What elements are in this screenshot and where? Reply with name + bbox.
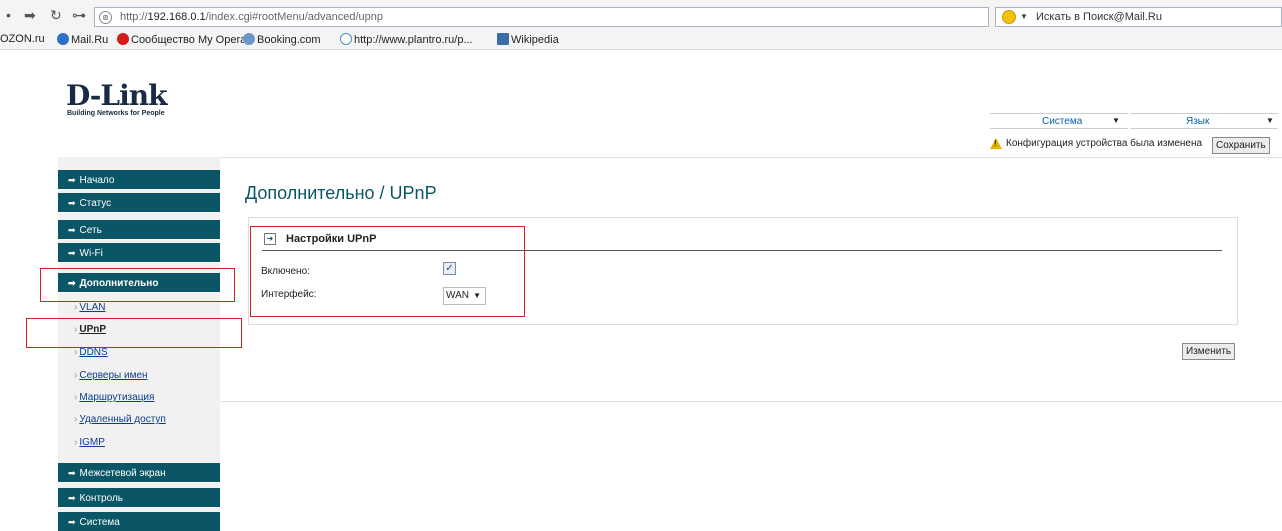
globe-icon: ⊛ — [99, 11, 112, 24]
bookmark-booking[interactable]: Booking.com — [243, 33, 321, 46]
change-button[interactable]: Изменить — [1182, 343, 1236, 360]
at-icon — [57, 33, 69, 45]
arrow-right-icon: ➡ — [68, 468, 76, 478]
language-select[interactable]: Язык ▼ — [1130, 113, 1278, 129]
save-button[interactable]: Сохранить — [1212, 137, 1270, 154]
sidebar-subitem-vlan[interactable]: › VLAN — [74, 302, 105, 313]
sidebar-subitem-routing[interactable]: › Маршрутизация — [74, 392, 154, 403]
arrow-right-icon: ➡ — [68, 517, 76, 527]
sidebar-item-status[interactable]: ➡ Статус — [58, 193, 220, 213]
web-icon — [340, 33, 352, 45]
annotation-box-upnp — [26, 318, 242, 348]
annotation-box-settings — [250, 226, 525, 317]
config-changed-notice: Конфигурация устройства была изменена — [1006, 138, 1203, 149]
arrow-right-icon: ➡ — [68, 175, 76, 185]
arrow-right-icon: ➡ — [68, 248, 76, 258]
sidebar-item-network[interactable]: ➡ Сеть — [58, 220, 220, 240]
bookmark-wikipedia[interactable]: Wikipedia — [497, 33, 559, 46]
arrow-right-icon: ➡ — [68, 198, 76, 208]
sidebar-item-control[interactable]: ➡ Контроль — [58, 488, 220, 508]
chevron-down-icon[interactable]: ▼ — [1020, 12, 1028, 21]
sidebar-item-firewall[interactable]: ➡ Межсетевой экран — [58, 463, 220, 483]
dlink-logo: D-Link — [66, 79, 168, 112]
sidebar-item-start[interactable]: ➡ Начало — [58, 170, 220, 190]
search-engine-icon[interactable] — [1002, 10, 1016, 24]
chevron-down-icon: ▼ — [1266, 116, 1274, 125]
address-url: http://192.168.0.1/index.cgi#rootMenu/ad… — [120, 11, 384, 23]
sidebar-subitem-igmp[interactable]: › IGMP — [74, 437, 105, 448]
key-icon[interactable]: ⊶ — [72, 8, 86, 22]
forward-icon[interactable]: ➡ — [24, 8, 36, 22]
system-select[interactable]: Система ▼ — [990, 113, 1128, 129]
bookmarks-bar: OZON.ru Mail.Ru Сообщество My Opera Book… — [0, 30, 1282, 50]
page-title: Дополнительно / UPnP — [245, 183, 437, 203]
dlink-tagline: Building Networks for People — [67, 110, 165, 117]
back-icon[interactable]: • — [6, 8, 11, 22]
sidebar-subitem-dns-servers[interactable]: › Серверы имен — [74, 370, 148, 381]
arrow-right-icon: ➡ — [68, 225, 76, 235]
browser-toolbar: • ➡ ↻ ⊶ ⊛ http://192.168.0.1/index.cgi#r… — [0, 0, 1282, 30]
bookmark-ozon[interactable]: OZON.ru — [0, 33, 45, 45]
wikipedia-icon — [497, 33, 509, 45]
bookmark-plantro[interactable]: http://www.plantro.ru/p... — [340, 33, 473, 46]
search-input[interactable]: Искать в Поиск@Mail.Ru — [1036, 11, 1162, 23]
sidebar-subitem-ddns[interactable]: › DDNS — [74, 347, 108, 358]
opera-icon — [117, 33, 129, 45]
arrow-right-icon: ➡ — [68, 493, 76, 503]
bookmark-my-opera[interactable]: Сообщество My Opera — [117, 33, 246, 46]
annotation-box-advanced — [40, 268, 235, 302]
booking-icon — [243, 33, 255, 45]
sidebar-item-wifi[interactable]: ➡ Wi-Fi — [58, 243, 220, 263]
sidebar-item-system[interactable]: ➡ Система — [58, 512, 220, 531]
search-bar[interactable]: ▼ Искать в Поиск@Mail.Ru — [995, 7, 1282, 27]
chevron-down-icon: ▼ — [1112, 116, 1120, 125]
reload-icon[interactable]: ↻ — [50, 8, 62, 22]
address-bar[interactable]: ⊛ http://192.168.0.1/index.cgi#rootMenu/… — [94, 7, 989, 27]
sidebar-subitem-remote-access[interactable]: › Удаленный доступ — [74, 414, 166, 425]
warning-icon: ! — [990, 138, 1002, 149]
bookmark-mailru[interactable]: Mail.Ru — [57, 33, 108, 46]
